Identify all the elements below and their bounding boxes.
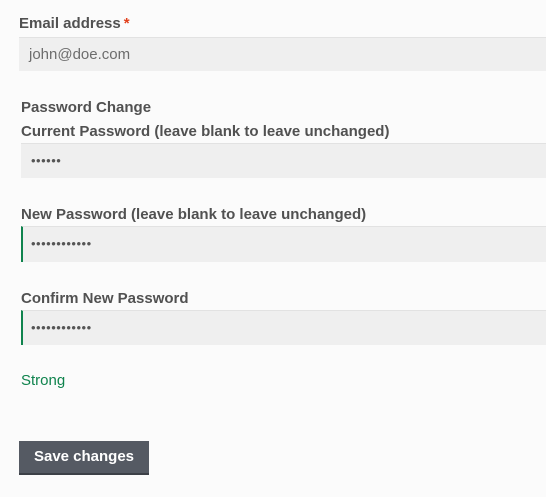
email-field[interactable]: john@doe.com xyxy=(19,37,546,71)
new-password-field[interactable]: •••••••••••• xyxy=(21,226,546,262)
password-change-heading: Password Change xyxy=(21,99,152,116)
current-password-field[interactable]: •••••• xyxy=(21,143,546,178)
email-label-text: Email address xyxy=(19,15,121,32)
email-value: john@doe.com xyxy=(29,46,131,63)
confirm-password-mask: •••••••••••• xyxy=(31,320,92,335)
email-label: Email address * xyxy=(19,15,130,33)
confirm-password-field[interactable]: •••••••••••• xyxy=(21,310,546,345)
save-changes-button[interactable]: Save changes xyxy=(19,441,149,475)
current-password-mask: •••••• xyxy=(31,153,62,168)
password-strength-indicator: Strong xyxy=(21,372,66,389)
required-marker: * xyxy=(123,15,130,32)
new-password-label: New Password (leave blank to leave uncha… xyxy=(21,206,367,223)
account-details-form: Email address * john@doe.com Password Cha… xyxy=(0,0,546,497)
new-password-mask: •••••••••••• xyxy=(31,236,92,251)
current-password-label: Current Password (leave blank to leave u… xyxy=(21,123,390,140)
confirm-password-label: Confirm New Password xyxy=(21,290,189,307)
